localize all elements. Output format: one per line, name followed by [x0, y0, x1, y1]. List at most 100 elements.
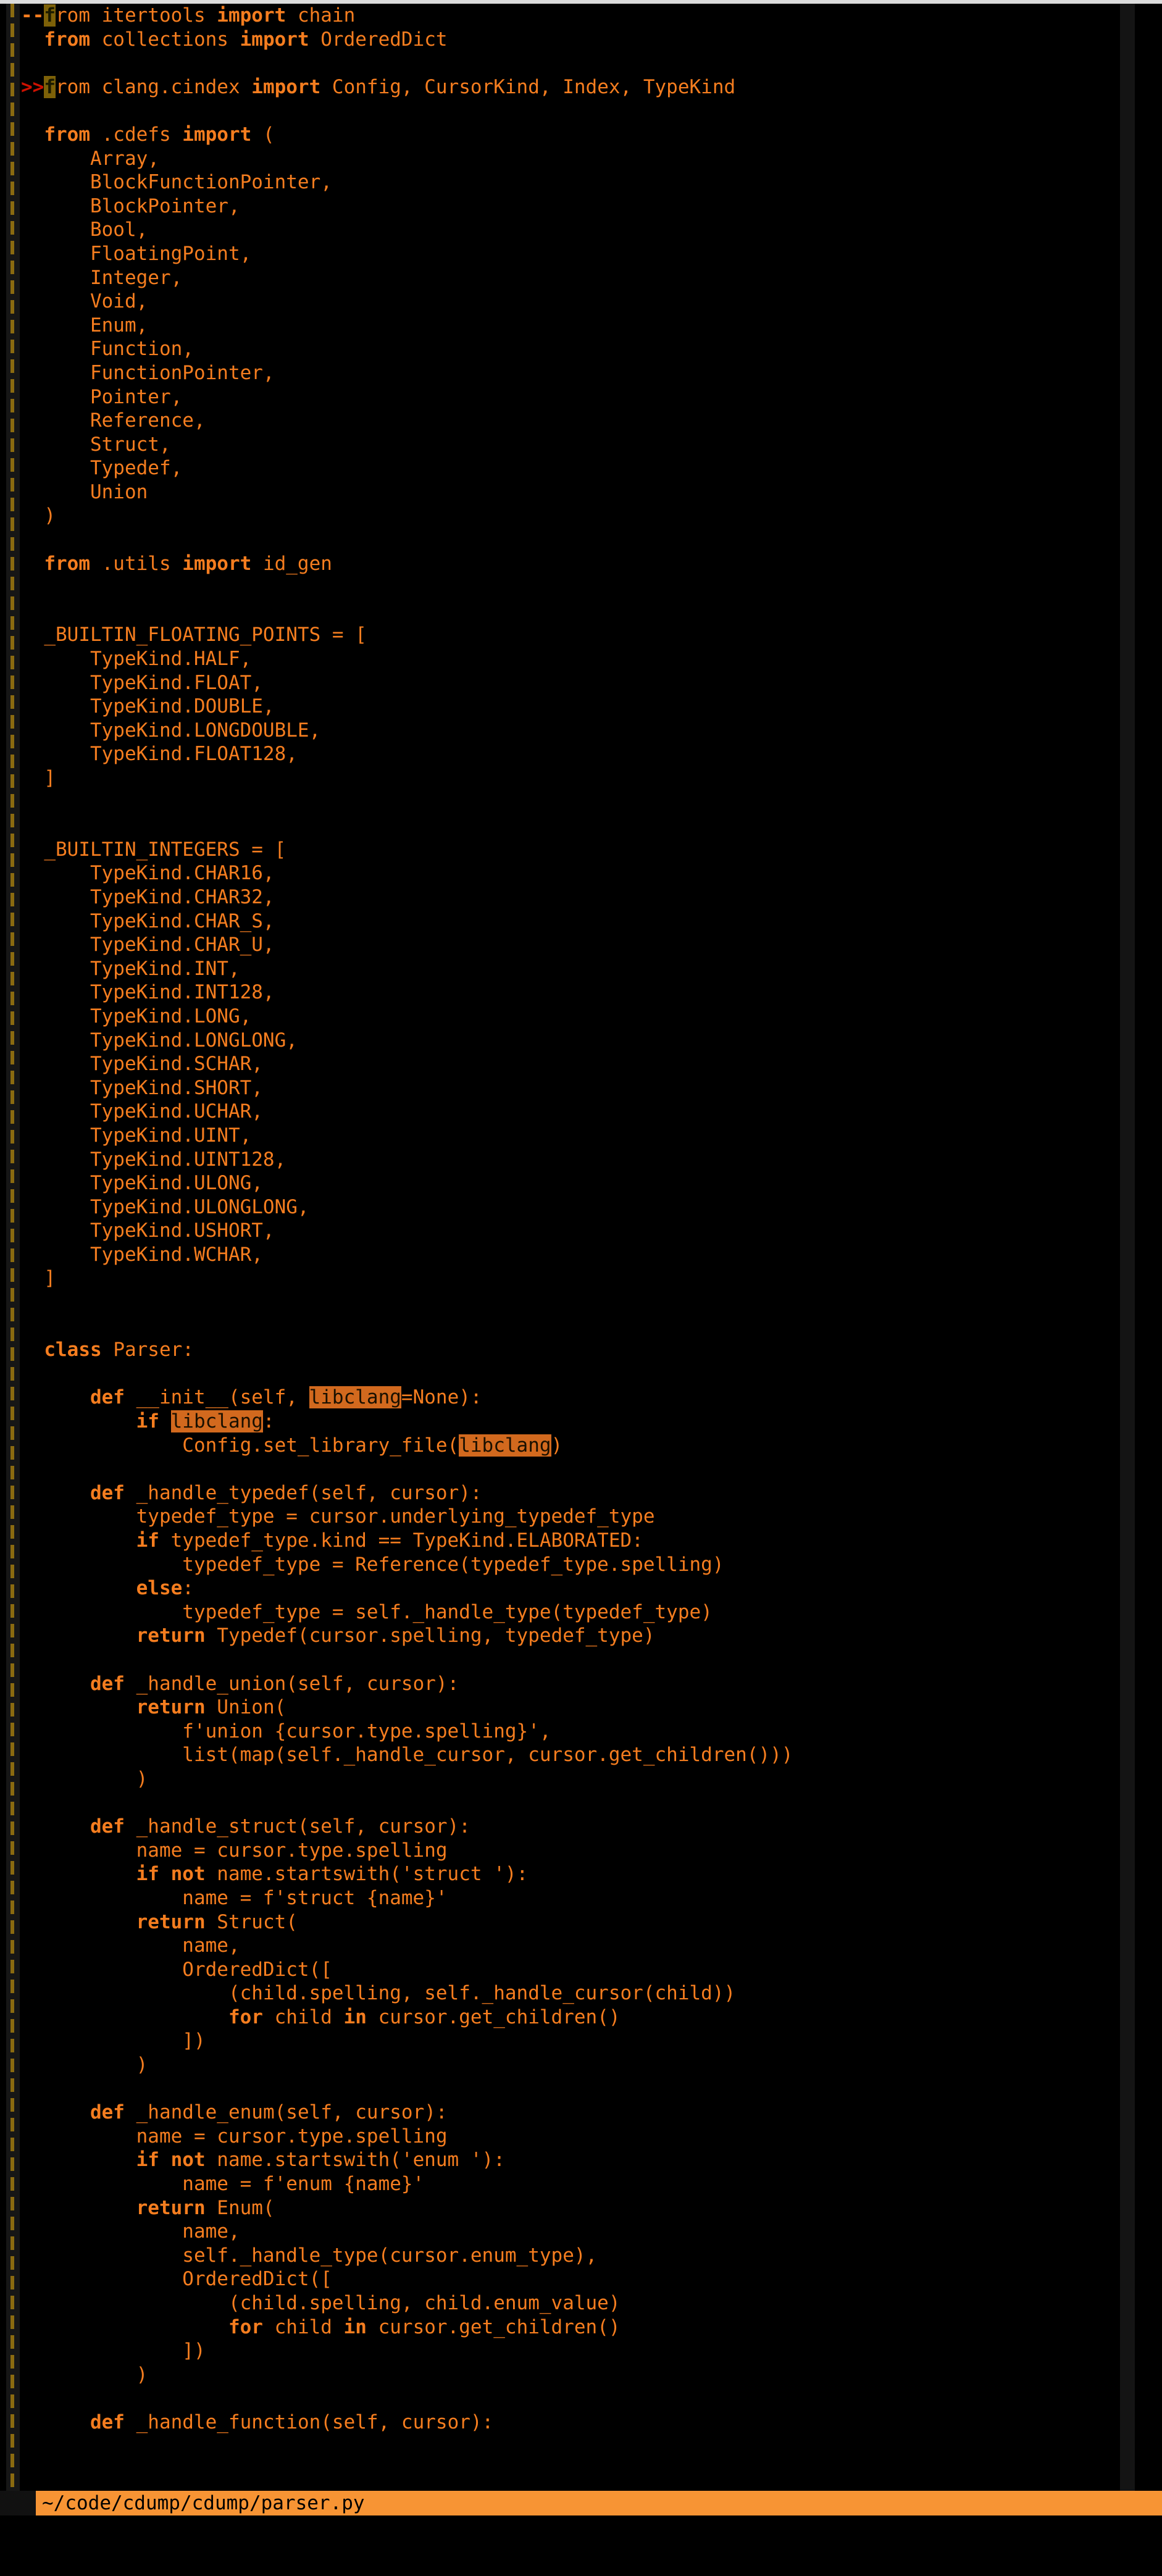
code-line[interactable]: BlockPointer, — [0, 194, 1162, 219]
code-line[interactable]: TypeKind.USHORT, — [0, 1219, 1162, 1243]
code-line[interactable]: if not name.startswith('struct '): — [0, 1862, 1162, 1886]
code-line[interactable]: ) — [0, 2363, 1162, 2387]
code-line[interactable]: Integer, — [0, 266, 1162, 290]
code-line[interactable]: (child.spelling, child.enum_value) — [0, 2291, 1162, 2315]
code-line[interactable] — [0, 2386, 1162, 2411]
code-line[interactable] — [0, 1362, 1162, 1386]
code-line[interactable]: Typedef, — [0, 456, 1162, 480]
code-line[interactable]: name = cursor.type.spelling — [0, 1839, 1162, 1863]
code-line[interactable]: f'union {cursor.type.spelling}', — [0, 1720, 1162, 1744]
code-line[interactable]: self._handle_type(cursor.enum_type), — [0, 2244, 1162, 2268]
code-line[interactable]: TypeKind.UINT128, — [0, 1148, 1162, 1172]
code-line[interactable]: -- from itertools import chain — [0, 4, 1162, 28]
code-line[interactable] — [0, 600, 1162, 624]
code-line[interactable]: def _handle_union(self, cursor): — [0, 1672, 1162, 1696]
code-line[interactable]: typedef_type = cursor.underlying_typedef… — [0, 1505, 1162, 1529]
code-line[interactable]: TypeKind.CHAR32, — [0, 885, 1162, 910]
code-line[interactable]: def __init__(self, libclang=None): — [0, 1386, 1162, 1410]
code-line[interactable] — [0, 51, 1162, 75]
code-line[interactable]: TypeKind.UINT, — [0, 1124, 1162, 1148]
code-line[interactable] — [0, 814, 1162, 838]
code-line[interactable]: ) — [0, 504, 1162, 528]
code-line[interactable] — [0, 1791, 1162, 1815]
code-line[interactable]: TypeKind.WCHAR, — [0, 1243, 1162, 1267]
code-line[interactable]: list(map(self._handle_cursor, cursor.get… — [0, 1743, 1162, 1767]
code-line[interactable]: def _handle_function(self, cursor): — [0, 2411, 1162, 2435]
code-line[interactable]: from .utils import id_gen — [0, 552, 1162, 576]
code-line[interactable]: def _handle_struct(self, cursor): — [0, 1815, 1162, 1839]
code-line[interactable]: typedef_type = self._handle_type(typedef… — [0, 1600, 1162, 1625]
code-line[interactable]: name = f'struct {name}' — [0, 1886, 1162, 1910]
code-line[interactable]: TypeKind.FLOAT128, — [0, 742, 1162, 766]
code-line[interactable]: Union — [0, 480, 1162, 504]
code-line[interactable]: _BUILTIN_INTEGERS = [ — [0, 838, 1162, 862]
code-line[interactable]: def _handle_enum(self, cursor): — [0, 2101, 1162, 2125]
code-line[interactable]: OrderedDict([ — [0, 1958, 1162, 1982]
code-line[interactable]: from .cdefs import ( — [0, 123, 1162, 147]
code-line[interactable]: Bool, — [0, 218, 1162, 242]
code-line[interactable] — [0, 1315, 1162, 1339]
code-line[interactable]: (child.spelling, self._handle_cursor(chi… — [0, 1981, 1162, 2005]
code-line[interactable]: ]) — [0, 2339, 1162, 2363]
code-line[interactable]: TypeKind.CHAR_U, — [0, 933, 1162, 957]
code-line[interactable]: TypeKind.HALF, — [0, 647, 1162, 671]
code-line[interactable]: name, — [0, 2220, 1162, 2244]
code-line[interactable] — [0, 790, 1162, 814]
code-line[interactable]: for child in cursor.get_children() — [0, 2315, 1162, 2340]
code-line[interactable]: FunctionPointer, — [0, 361, 1162, 385]
code-line[interactable] — [0, 1290, 1162, 1315]
code-line[interactable]: FloatingPoint, — [0, 242, 1162, 266]
code-line[interactable]: name = cursor.type.spelling — [0, 2125, 1162, 2149]
code-line[interactable]: TypeKind.LONG, — [0, 1005, 1162, 1029]
code-line[interactable]: def _handle_typedef(self, cursor): — [0, 1481, 1162, 1505]
code-lines[interactable]: -- from itertools import chain from coll… — [0, 4, 1162, 2435]
code-line[interactable]: if not name.startswith('enum '): — [0, 2148, 1162, 2172]
code-line[interactable]: Function, — [0, 337, 1162, 361]
code-line[interactable]: TypeKind.UCHAR, — [0, 1100, 1162, 1124]
code-line[interactable]: Config.set_library_file(libclang) — [0, 1434, 1162, 1458]
code-line[interactable]: name = f'enum {name}' — [0, 2172, 1162, 2196]
code-line[interactable] — [0, 1457, 1162, 1481]
code-line[interactable]: TypeKind.LONGLONG, — [0, 1029, 1162, 1053]
code-line[interactable]: ) — [0, 1767, 1162, 1791]
code-line[interactable]: if typedef_type.kind == TypeKind.ELABORA… — [0, 1529, 1162, 1553]
code-line[interactable]: for child in cursor.get_children() — [0, 2005, 1162, 2030]
code-line[interactable]: TypeKind.CHAR16, — [0, 861, 1162, 885]
code-line[interactable]: Reference, — [0, 409, 1162, 433]
code-line[interactable]: Void, — [0, 290, 1162, 314]
code-line[interactable]: else: — [0, 1576, 1162, 1600]
code-line[interactable]: OrderedDict([ — [0, 2267, 1162, 2291]
code-line[interactable]: Array, — [0, 147, 1162, 171]
code-line[interactable]: TypeKind.DOUBLE, — [0, 695, 1162, 719]
code-line[interactable]: Struct, — [0, 433, 1162, 457]
code-line[interactable]: if libclang: — [0, 1410, 1162, 1434]
code-line[interactable]: ] — [0, 1266, 1162, 1290]
code-line[interactable]: >> from clang.cindex import Config, Curs… — [0, 75, 1162, 99]
code-line[interactable]: TypeKind.ULONGLONG, — [0, 1195, 1162, 1219]
code-line[interactable]: return Enum( — [0, 2196, 1162, 2220]
code-line[interactable]: TypeKind.INT, — [0, 957, 1162, 981]
code-line[interactable]: return Union( — [0, 1696, 1162, 1720]
code-line[interactable]: return Struct( — [0, 1910, 1162, 1934]
code-line[interactable]: TypeKind.ULONG, — [0, 1171, 1162, 1195]
vim-buffer[interactable]: -- from itertools import chain from coll… — [0, 4, 1162, 2512]
code-line[interactable]: TypeKind.SCHAR, — [0, 1052, 1162, 1076]
code-line[interactable]: typedef_type = Reference(typedef_type.sp… — [0, 1553, 1162, 1577]
code-line[interactable]: Enum, — [0, 314, 1162, 338]
code-line[interactable]: TypeKind.FLOAT, — [0, 671, 1162, 695]
code-line[interactable]: ] — [0, 766, 1162, 790]
code-line[interactable]: return Typedef(cursor.spelling, typedef_… — [0, 1624, 1162, 1648]
code-line[interactable] — [0, 528, 1162, 552]
code-line[interactable]: Pointer, — [0, 385, 1162, 409]
code-line[interactable] — [0, 99, 1162, 123]
command-line-area[interactable] — [0, 2515, 1162, 2576]
code-line[interactable]: ]) — [0, 2029, 1162, 2053]
code-line[interactable]: TypeKind.INT128, — [0, 981, 1162, 1005]
code-line[interactable] — [0, 2077, 1162, 2101]
code-line[interactable]: from collections import OrderedDict — [0, 28, 1162, 52]
code-line[interactable]: TypeKind.LONGDOUBLE, — [0, 719, 1162, 743]
code-line[interactable]: ) — [0, 2053, 1162, 2077]
code-line[interactable]: BlockFunctionPointer, — [0, 170, 1162, 194]
code-line[interactable]: class Parser: — [0, 1338, 1162, 1362]
code-line[interactable]: TypeKind.SHORT, — [0, 1076, 1162, 1100]
